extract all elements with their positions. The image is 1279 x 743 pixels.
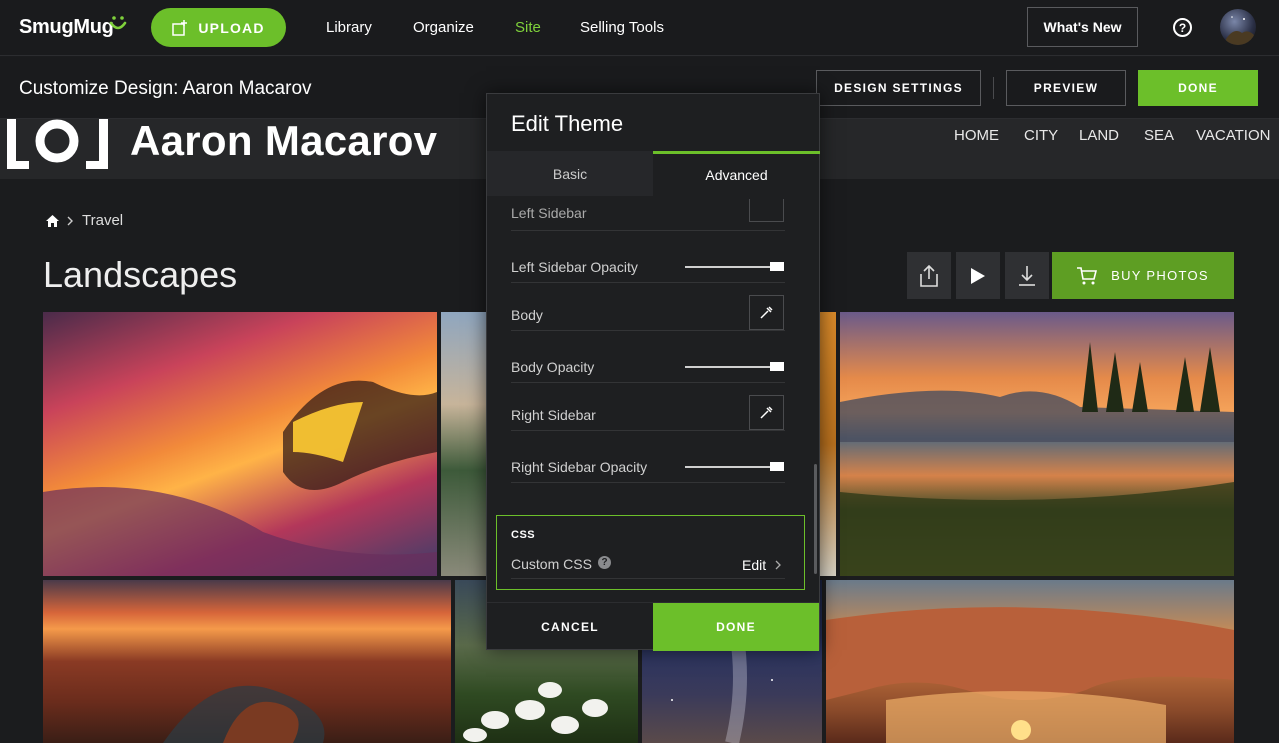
smile-icon: [109, 16, 127, 30]
left-sidebar-opacity-label: Left Sidebar Opacity: [511, 259, 638, 275]
site-nav-city[interactable]: CITY: [1024, 127, 1058, 144]
site-logo-mark: [7, 119, 108, 169]
right-sidebar-color-swatch[interactable]: [749, 395, 784, 430]
nav-library[interactable]: Library: [326, 19, 372, 36]
divider: [511, 282, 785, 283]
right-sidebar-label: Right Sidebar: [511, 407, 596, 423]
photo-horseshoe-bend[interactable]: [43, 580, 451, 743]
site-nav-vacation[interactable]: VACATION: [1196, 127, 1270, 144]
body-opacity-handle[interactable]: [770, 362, 784, 371]
customize-done-button[interactable]: DONE: [1138, 70, 1258, 106]
edit-label: Edit: [742, 557, 767, 573]
photo-mesa-arch[interactable]: [826, 580, 1234, 743]
chevron-right-icon: [775, 560, 782, 570]
body-opacity-slider[interactable]: [685, 366, 783, 368]
left-sidebar-opacity-handle[interactable]: [770, 262, 784, 271]
photo-forest-waterfall[interactable]: [441, 312, 486, 576]
css-section: CSS Custom CSS ? Edit: [496, 515, 805, 590]
right-sidebar-opacity-label: Right Sidebar Opacity: [511, 459, 648, 475]
upload-label: UPLOAD: [198, 19, 265, 36]
divider: [511, 430, 785, 431]
upload-icon: [172, 19, 188, 36]
nav-selling-tools[interactable]: Selling Tools: [580, 19, 664, 36]
buy-photos-label: BUY PHOTOS: [1111, 268, 1209, 283]
photo-mountain-lake-sunset[interactable]: [840, 312, 1234, 576]
breadcrumb-travel[interactable]: Travel: [82, 212, 123, 229]
nav-site[interactable]: Site: [515, 19, 541, 36]
site-nav-sea[interactable]: SEA: [1144, 127, 1174, 144]
share-button[interactable]: [907, 252, 951, 299]
scroll-clip: Left Sidebar: [487, 199, 819, 231]
modal-done-button[interactable]: DONE: [653, 603, 819, 651]
site-nav-home[interactable]: HOME: [954, 127, 999, 144]
design-settings-button[interactable]: DESIGN SETTINGS: [816, 70, 981, 106]
preview-button[interactable]: PREVIEW: [1006, 70, 1126, 106]
left-sidebar-label: Left Sidebar: [511, 205, 587, 221]
breadcrumb: Travel: [46, 212, 123, 229]
help-circle-icon[interactable]: ?: [598, 556, 611, 569]
download-button[interactable]: [1005, 252, 1049, 299]
slideshow-button[interactable]: [956, 252, 1000, 299]
site-name[interactable]: Aaron Macarov: [130, 117, 437, 165]
tab-basic[interactable]: Basic: [487, 151, 653, 196]
left-sidebar-swatch[interactable]: [749, 199, 784, 222]
divider: [511, 230, 785, 231]
divider: [993, 77, 994, 99]
top-navigation-bar: SmugMug UPLOAD Library Organize Site Sel…: [0, 0, 1279, 56]
upload-button[interactable]: UPLOAD: [151, 8, 286, 47]
right-sidebar-opacity-handle[interactable]: [770, 462, 784, 471]
modal-title: Edit Theme: [511, 111, 624, 136]
divider: [511, 330, 785, 331]
photo-lava[interactable]: [43, 312, 437, 576]
left-sidebar-opacity-slider[interactable]: [685, 266, 783, 268]
custom-css-edit[interactable]: Edit: [742, 557, 782, 573]
chevron-right-icon: [67, 216, 73, 225]
edit-theme-modal: Edit Theme Basic Advanced Left Sidebar L…: [486, 93, 820, 651]
divider: [511, 482, 785, 483]
cart-icon: [1077, 266, 1098, 284]
photo-autumn-edge[interactable]: [820, 312, 836, 576]
share-icon: [920, 264, 938, 287]
body-opacity-label: Body Opacity: [511, 359, 595, 375]
customize-title: Customize Design: Aaron Macarov: [19, 78, 312, 99]
body-color-swatch[interactable]: [749, 295, 784, 330]
eyedropper-icon: [760, 306, 773, 319]
play-icon: [971, 267, 985, 284]
avatar[interactable]: [1220, 9, 1256, 45]
modal-scrollbar[interactable]: [814, 464, 817, 574]
custom-css-label: Custom CSS: [511, 556, 592, 572]
modal-footer: CANCEL DONE: [487, 602, 819, 651]
body-label: Body: [511, 307, 543, 323]
divider: [511, 382, 785, 383]
divider: [511, 578, 785, 579]
right-sidebar-opacity-slider[interactable]: [685, 466, 783, 468]
home-icon[interactable]: [46, 214, 59, 227]
smugmug-logo[interactable]: SmugMug: [19, 16, 114, 39]
download-icon: [1019, 265, 1035, 286]
tab-advanced[interactable]: Advanced: [653, 151, 820, 196]
help-icon[interactable]: ?: [1173, 18, 1192, 37]
whats-new-button[interactable]: What's New: [1027, 7, 1138, 47]
eyedropper-icon: [760, 406, 773, 419]
cancel-button[interactable]: CANCEL: [487, 603, 653, 651]
page-title: Landscapes: [43, 254, 238, 295]
buy-photos-button[interactable]: BUY PHOTOS: [1052, 252, 1234, 299]
site-nav-land[interactable]: LAND: [1079, 127, 1119, 144]
nav-organize[interactable]: Organize: [413, 19, 474, 36]
css-heading: CSS: [511, 529, 536, 541]
